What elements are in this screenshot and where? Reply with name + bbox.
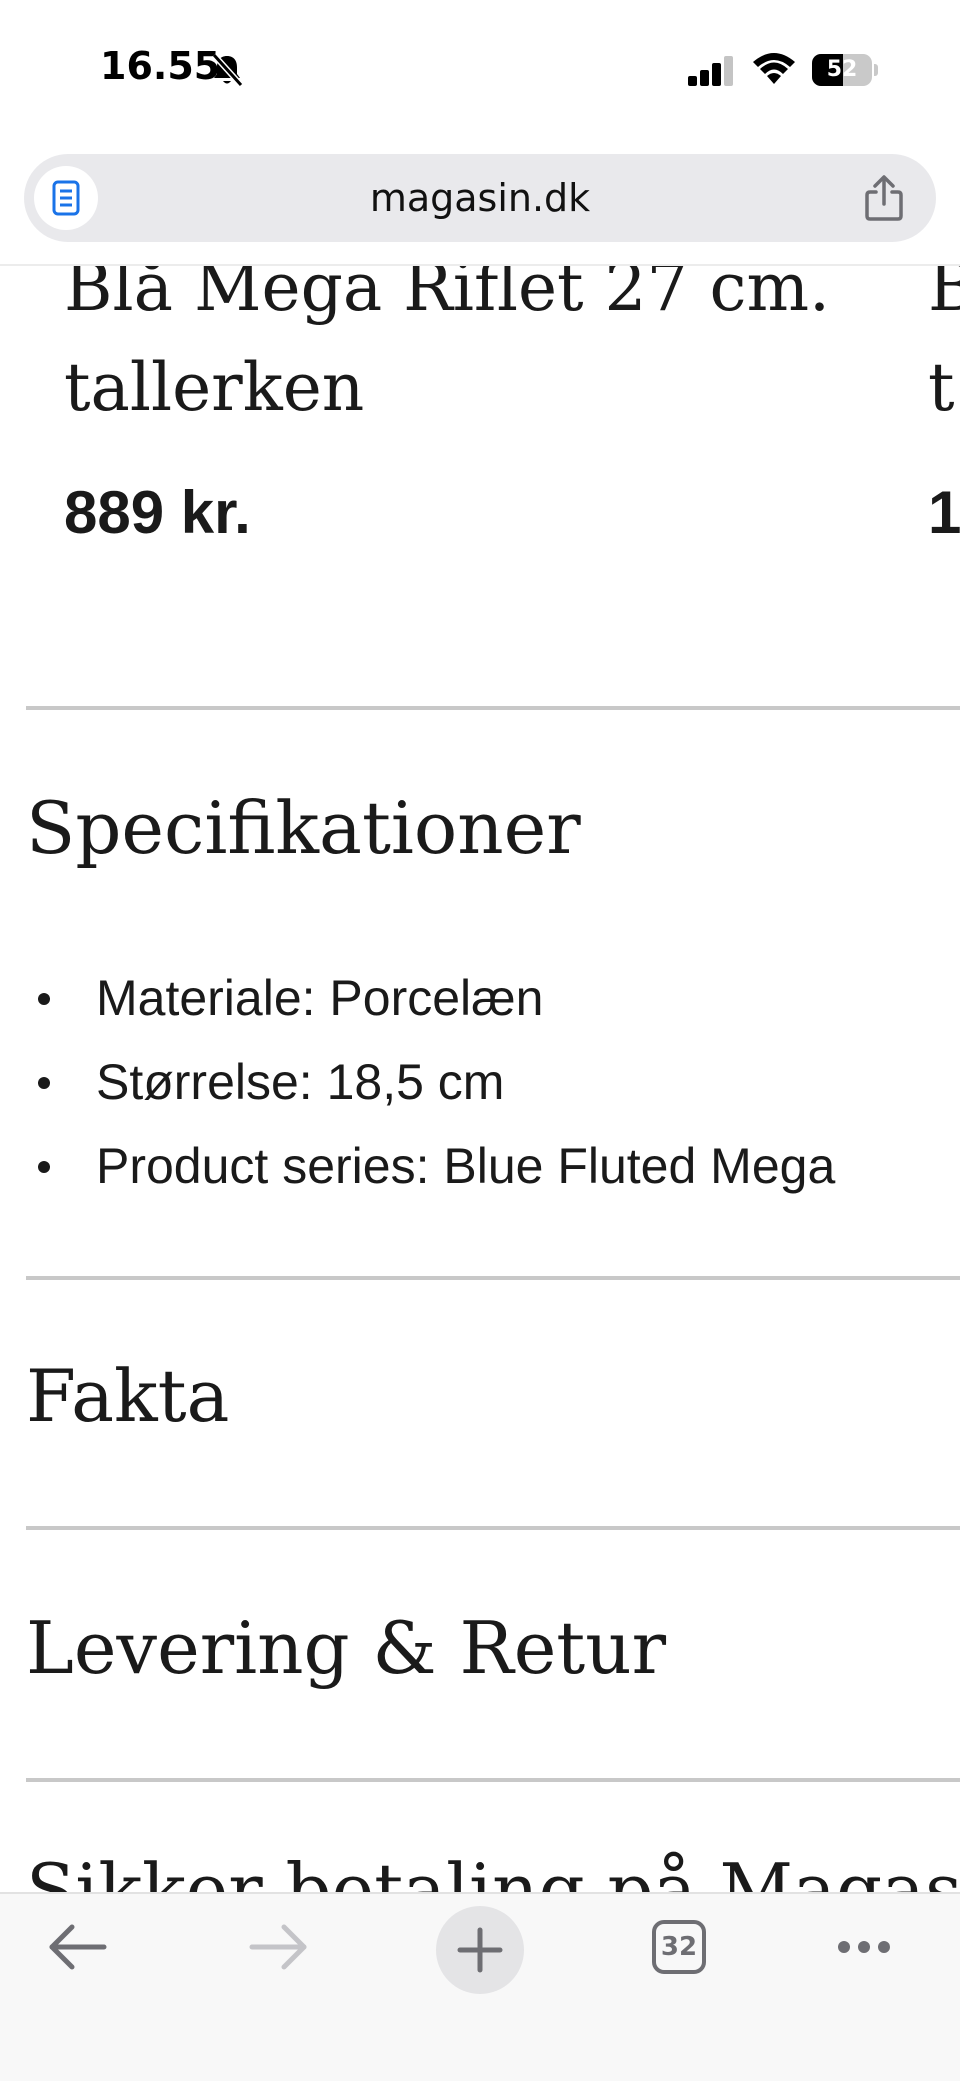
back-button[interactable] xyxy=(28,1894,128,1994)
section-divider xyxy=(26,706,960,710)
battery-level: 52 xyxy=(826,57,858,82)
list-item: Størrelse: 18,5 cm xyxy=(26,1040,835,1124)
product-title-line: tallerken xyxy=(64,349,365,426)
new-tab-button[interactable] xyxy=(436,1906,524,1994)
address-bar[interactable]: magasin.dk xyxy=(24,154,936,242)
url-text[interactable]: magasin.dk xyxy=(144,154,816,242)
bullet xyxy=(38,1161,50,1173)
product-title[interactable]: B t xyxy=(928,266,960,438)
bell-slash-icon xyxy=(210,52,244,93)
delivery-heading[interactable]: Levering & Retur xyxy=(26,1606,666,1690)
tabs-button[interactable]: 32 xyxy=(652,1920,706,1974)
reader-mode-button[interactable] xyxy=(34,166,98,230)
section-divider xyxy=(26,1276,960,1280)
section-divider xyxy=(26,1526,960,1530)
bullet xyxy=(38,1077,50,1089)
arrow-left-icon xyxy=(49,1924,107,1970)
product-title-line: B xyxy=(928,266,960,326)
page-content[interactable]: Blå Mega Riflet 27 cm. tallerken 889 kr.… xyxy=(0,266,960,1892)
status-bar: 16.55 52 xyxy=(0,0,960,140)
spec-text: Størrelse: 18,5 cm xyxy=(96,1054,505,1110)
list-item: Product series: Blue Fluted Mega xyxy=(26,1124,835,1208)
more-button[interactable] xyxy=(814,1894,914,1994)
browser-toolbar: 32 xyxy=(0,1892,960,2081)
share-button[interactable] xyxy=(860,174,908,222)
ellipsis-icon xyxy=(838,1941,890,1953)
product-price: 889 kr. xyxy=(64,479,251,546)
bullet xyxy=(38,993,50,1005)
cellular-signal-icon xyxy=(688,56,736,91)
battery-indicator: 52 xyxy=(812,54,878,86)
section-divider xyxy=(26,1778,960,1782)
status-time: 16.55 xyxy=(100,44,221,88)
product-price: 1 xyxy=(928,479,960,546)
spec-text: Materiale: Porcelæn xyxy=(96,970,544,1026)
arrow-right-icon xyxy=(249,1924,307,1970)
plus-icon xyxy=(457,1927,503,1973)
tabs-count: 32 xyxy=(660,1932,698,1962)
facts-heading[interactable]: Fakta xyxy=(26,1354,229,1438)
reader-mode-icon xyxy=(52,180,80,216)
product-title-line: t xyxy=(928,349,955,426)
specifications-heading[interactable]: Specifikationer xyxy=(26,786,581,870)
product-title-line: Blå Mega Riflet 27 cm. xyxy=(64,266,831,326)
battery-tip xyxy=(874,64,878,76)
list-item: Materiale: Porcelæn xyxy=(26,956,835,1040)
share-icon xyxy=(865,175,903,221)
spec-text: Product series: Blue Fluted Mega xyxy=(96,1138,836,1194)
safe-shopping-heading[interactable]: Sikker betaling på Magasin xyxy=(26,1848,960,1892)
product-title[interactable]: Blå Mega Riflet 27 cm. tallerken xyxy=(64,266,830,438)
wifi-icon xyxy=(752,52,796,91)
specifications-list: Materiale: Porcelæn Størrelse: 18,5 cm P… xyxy=(26,956,835,1208)
forward-button[interactable] xyxy=(228,1894,328,1994)
